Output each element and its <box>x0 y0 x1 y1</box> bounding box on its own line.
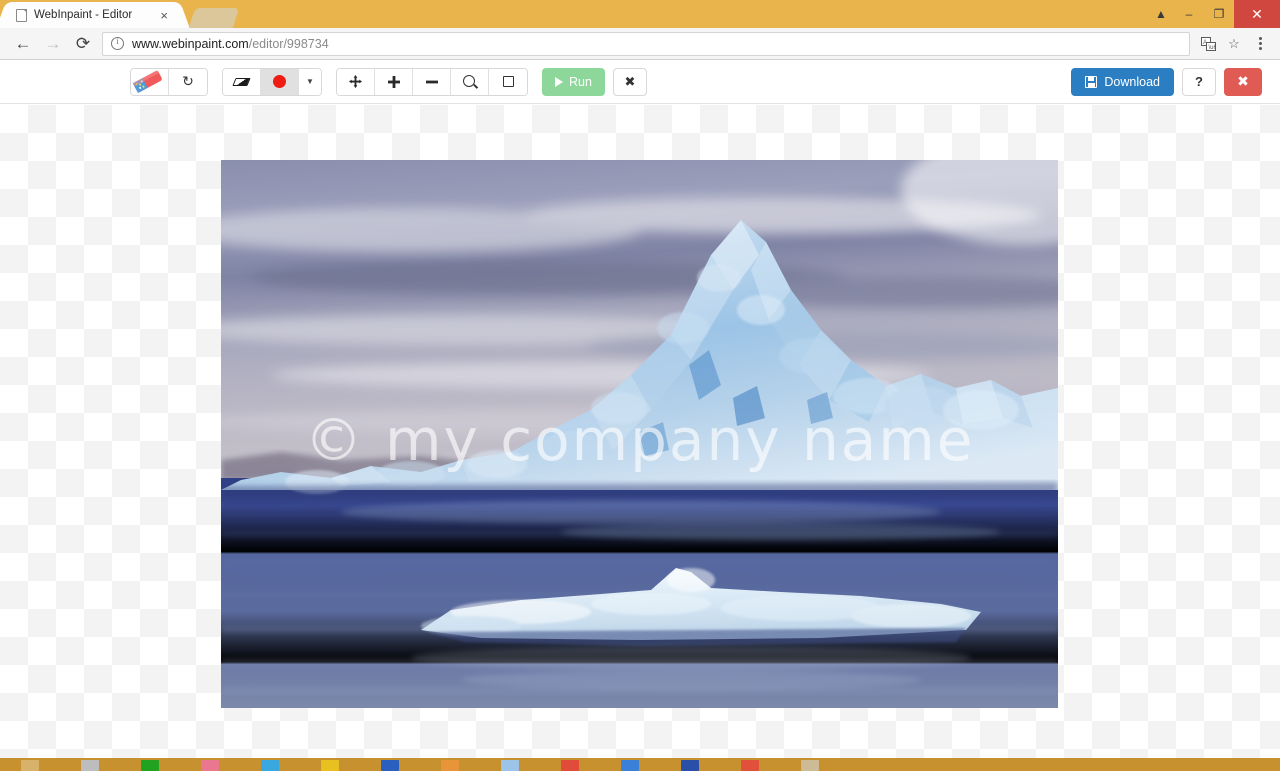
view-tool-group <box>336 67 528 96</box>
minus-icon <box>425 80 438 83</box>
user-profile-icon[interactable]: ▲ <box>1148 0 1174 28</box>
plus-icon <box>387 75 400 88</box>
eraser-tool-button[interactable] <box>223 68 261 95</box>
taskbar-item[interactable] <box>360 758 420 771</box>
iceberg-photo <box>221 160 1058 708</box>
browser-menu-icon[interactable] <box>1248 32 1272 56</box>
taskbar-item[interactable] <box>480 758 540 771</box>
minimize-button[interactable]: – <box>1174 0 1204 28</box>
fit-screen-button[interactable] <box>489 68 527 95</box>
omnibox-icons: A \u6587 ☆ <box>1196 32 1272 56</box>
run-label: Run <box>569 74 592 89</box>
zoom-out-button[interactable] <box>413 68 451 95</box>
taskbar-icon-5 <box>261 760 279 771</box>
taskbar-icon-13 <box>741 760 759 771</box>
download-label: Download <box>1104 74 1160 89</box>
taskbar-item[interactable] <box>60 758 120 771</box>
window-close-button[interactable]: ✕ <box>1234 0 1280 28</box>
url-path: /editor/998734 <box>248 36 329 51</box>
taskbar-item[interactable] <box>600 758 660 771</box>
save-icon <box>1085 75 1098 88</box>
editor-workspace[interactable]: © my company name <box>0 105 1280 758</box>
move-arrows-icon <box>348 74 363 89</box>
translate-glyph: A \u6587 <box>1200 36 1216 51</box>
url-host: www.webinpaint.com <box>132 36 249 51</box>
forward-arrow-icon[interactable]: → <box>38 30 68 58</box>
taskbar-item[interactable] <box>180 758 240 771</box>
red-dot-icon <box>273 75 286 88</box>
drawing-tool-group: ▼ <box>222 67 322 96</box>
site-info-icon[interactable] <box>111 36 124 50</box>
taskbar-item[interactable] <box>300 758 360 771</box>
play-icon <box>555 76 563 87</box>
square-icon <box>502 76 514 87</box>
taskbar-icon-2 <box>81 760 99 771</box>
help-button[interactable]: ? <box>1182 67 1216 96</box>
marker-tool-button[interactable] <box>261 68 299 95</box>
webinpaint-eraser-logo <box>130 69 166 95</box>
close-icon[interactable]: × <box>158 9 170 22</box>
image-canvas[interactable]: © my company name <box>221 160 1058 708</box>
zoom-in-button[interactable] <box>375 68 413 95</box>
taskbar-icon-10 <box>561 760 579 771</box>
taskbar-icon-14 <box>801 760 819 771</box>
taskbar-item[interactable] <box>0 758 60 771</box>
taskbar-icon-8 <box>441 760 459 771</box>
taskbar-item[interactable] <box>240 758 300 771</box>
browser-navigation-bar: ← → ⟳ www.webinpaint.com /editor/998734 … <box>0 28 1280 60</box>
back-arrow-icon[interactable]: ← <box>8 30 38 58</box>
taskbar-icon-9 <box>501 760 519 771</box>
taskbar-item[interactable] <box>780 758 840 771</box>
taskbar-icon-1 <box>21 760 39 771</box>
window-controls: ▲ – ❐ ✕ <box>1148 0 1280 28</box>
reload-icon[interactable]: ⟳ <box>68 30 98 58</box>
redo-button[interactable]: ↻ <box>169 68 207 95</box>
taskbar-item[interactable] <box>720 758 780 771</box>
browser-window: WebInpaint - Editor × ▲ – ❐ ✕ ← → ⟳ www.… <box>0 0 1280 771</box>
cancel-run-button[interactable]: ✖ <box>612 67 647 96</box>
browser-tab-webinpaint[interactable]: WebInpaint - Editor × <box>8 2 178 28</box>
move-tool-button[interactable] <box>337 68 375 95</box>
taskbar-icon-7 <box>381 760 399 771</box>
bookmark-star-icon[interactable]: ☆ <box>1222 32 1246 56</box>
new-tab-placeholder[interactable] <box>188 8 240 28</box>
taskbar-item[interactable] <box>120 758 180 771</box>
tab-strip: WebInpaint - Editor × ▲ – ❐ ✕ <box>0 0 1280 28</box>
editor-toolbar: ↺ ↻ ▼ <box>0 60 1280 104</box>
toolbar-right-actions: Download ? ✖ <box>1071 67 1262 96</box>
address-bar[interactable]: www.webinpaint.com /editor/998734 <box>102 31 1190 56</box>
search-icon <box>462 74 477 89</box>
taskbar-icon-6 <box>321 760 339 771</box>
taskbar-item[interactable] <box>420 758 480 771</box>
eraser-icon <box>232 77 251 86</box>
taskbar-item[interactable] <box>540 758 600 771</box>
page-icon <box>16 8 27 22</box>
taskbar-icon-12 <box>681 760 699 771</box>
maximize-button[interactable]: ❐ <box>1204 0 1234 28</box>
tool-options-caret[interactable]: ▼ <box>299 68 321 95</box>
download-button[interactable]: Download <box>1071 67 1174 96</box>
taskbar-icon-3 <box>141 760 159 771</box>
svg-text:\u6587: \u6587 <box>1208 45 1216 51</box>
taskbar-item[interactable] <box>660 758 720 771</box>
run-button[interactable]: Run <box>542 67 605 96</box>
taskbar-icon-4 <box>201 760 219 771</box>
taskbar-icon-11 <box>621 760 639 771</box>
translate-icon[interactable]: A \u6587 <box>1196 32 1220 56</box>
magnifier-button[interactable] <box>451 68 489 95</box>
tab-title: WebInpaint - Editor <box>34 9 133 21</box>
editor-close-button[interactable]: ✖ <box>1224 67 1262 96</box>
os-taskbar[interactable] <box>0 758 1280 771</box>
